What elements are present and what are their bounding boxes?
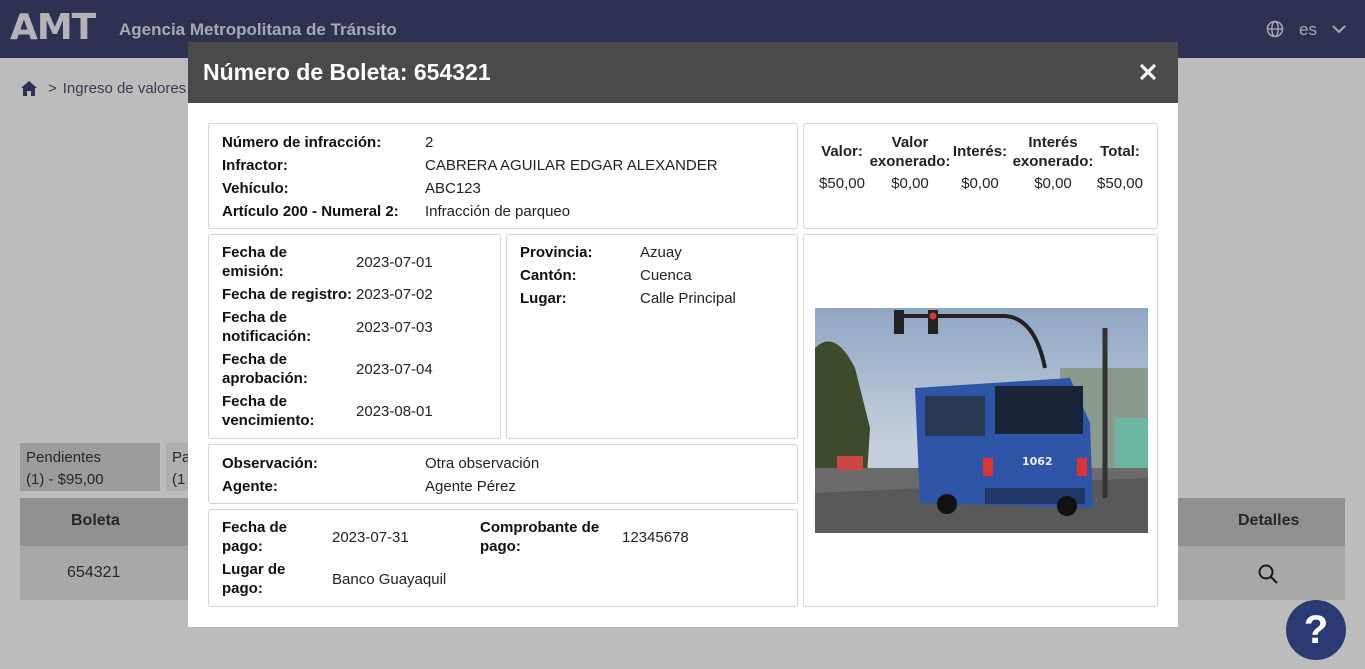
interes-header: Interés:	[952, 143, 1008, 160]
observacion-value: Otra observación	[425, 455, 540, 472]
notificacion-value: 2023-07-03	[356, 319, 433, 336]
canton-label: Cantón:	[520, 267, 577, 284]
location-panel: Provincia: Azuay Cantón: Cuenca Lugar: C…	[506, 234, 798, 439]
emision-value: 2023-07-01	[356, 254, 433, 271]
article-value: Infracción de parqueo	[425, 203, 571, 220]
infractor-label: Infractor:	[222, 157, 288, 174]
help-button[interactable]: ?	[1286, 600, 1346, 660]
lugar-pago-label: Lugar de pago:	[222, 561, 286, 597]
boleta-modal: Número de Boleta: 654321 Número de infra…	[188, 42, 1178, 627]
modal-header: Número de Boleta: 654321	[188, 42, 1178, 103]
emision-label: Fecha de emisión:	[222, 244, 288, 280]
vehicle-label: Vehículo:	[222, 180, 289, 197]
bus-number: 1062	[1022, 455, 1053, 468]
vencimiento-label: Fecha de vencimiento:	[222, 393, 315, 429]
modal-title: Número de Boleta: 654321	[203, 59, 491, 85]
registro-value: 2023-07-02	[356, 286, 433, 303]
vencimiento-value: 2023-08-01	[356, 403, 433, 420]
close-icon	[1139, 63, 1157, 81]
infraction-number-label: Número de infracción:	[222, 134, 382, 151]
aprobacion-value: 2023-07-04	[356, 361, 433, 378]
observacion-label: Observación:	[222, 455, 318, 472]
infractor-value: CABRERA AGUILAR EDGAR ALEXANDER	[425, 157, 718, 174]
payment-panel: Fecha de pago: 2023-07-31 Comprobante de…	[208, 509, 798, 607]
provincia-value: Azuay	[640, 244, 682, 261]
infraction-number-value: 2	[425, 134, 434, 151]
vehicle-value: ABC123	[425, 180, 481, 197]
total-value: $50,00	[1097, 175, 1143, 192]
infraction-panel: Número de infracción: 2 Infractor: CABRE…	[208, 123, 798, 229]
interes-exonerado-header: Interés exonerado:	[1012, 134, 1094, 170]
lugar-value: Calle Principal	[640, 290, 736, 307]
provincia-label: Provincia:	[520, 244, 593, 261]
observation-panel: Observación: Otra observación Agente: Ag…	[208, 444, 798, 504]
agente-value: Agente Pérez	[425, 478, 516, 495]
fecha-pago-label: Fecha de pago:	[222, 519, 288, 555]
aprobacion-label: Fecha de aprobación:	[222, 351, 308, 387]
valor-header: Valor:	[821, 143, 863, 160]
evidence-photo[interactable]: 1062	[815, 308, 1148, 533]
registro-label: Fecha de registro:	[222, 286, 353, 303]
lugar-pago-value: Banco Guayaquil	[332, 571, 447, 588]
valor-exonerado-value: $0,00	[891, 175, 929, 192]
valor-value: $50,00	[819, 175, 865, 192]
valor-exonerado-header: Valor exonerado:	[869, 134, 951, 170]
comprobante-label: Comprobante de pago:	[480, 519, 600, 555]
interes-value: $0,00	[961, 175, 999, 192]
interes-exonerado-value: $0,00	[1034, 175, 1072, 192]
lugar-label: Lugar:	[520, 290, 567, 307]
total-header: Total:	[1100, 143, 1140, 160]
comprobante-value: 12345678	[622, 529, 689, 546]
dates-panel: Fecha de emisión: 2023-07-01 Fecha de re…	[208, 234, 501, 439]
agente-label: Agente:	[222, 478, 278, 495]
canton-value: Cuenca	[640, 267, 692, 284]
amounts-panel: Valor: Valor exonerado: Interés: Interés…	[803, 123, 1158, 229]
close-button[interactable]	[1138, 62, 1158, 82]
article-label: Artículo 200 - Numeral 2:	[222, 203, 399, 220]
fecha-pago-value: 2023-07-31	[332, 529, 409, 546]
notificacion-label: Fecha de notificación:	[222, 309, 312, 345]
evidence-photo-panel: 1062	[803, 234, 1158, 607]
